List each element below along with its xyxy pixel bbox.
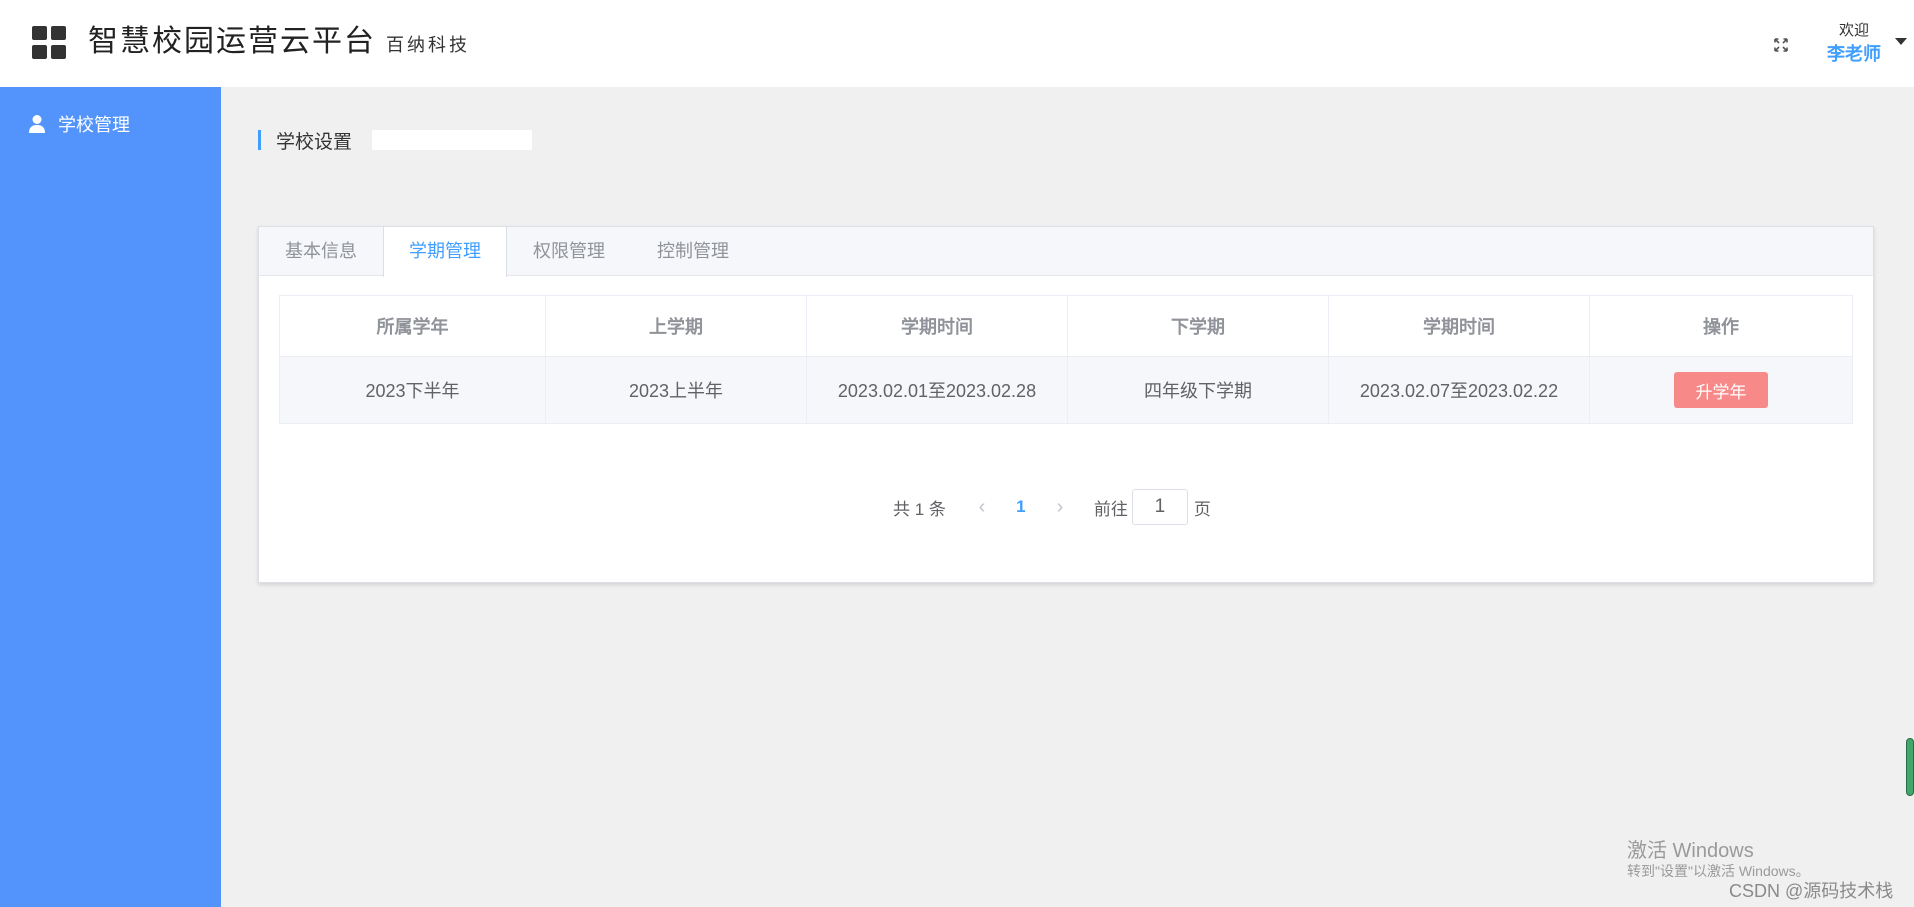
app-title: 智慧校园运营云平台 xyxy=(88,25,376,58)
user-menu[interactable]: 欢迎 李老师 xyxy=(1818,20,1890,66)
sidebar-item-school-management[interactable]: 学校管理 xyxy=(28,111,130,137)
tab-control-management[interactable]: 控制管理 xyxy=(631,227,755,276)
pagination-page-number[interactable]: 1 xyxy=(996,497,1046,517)
column-header: 所属学年 xyxy=(280,296,546,356)
tab-term-management[interactable]: 学期管理 xyxy=(383,227,507,277)
term-table: 所属学年 上学期 学期时间 下学期 学期时间 操作 2023下半年 2023上半… xyxy=(279,295,1853,424)
chevron-left-icon[interactable]: ‹ xyxy=(968,493,996,521)
sidebar-item-label: 学校管理 xyxy=(58,115,130,135)
table-cell: 2023.02.07至2023.02.22 xyxy=(1329,357,1590,423)
pagination-goto-label: 前往 xyxy=(1093,499,1128,519)
table-cell: 2023上半年 xyxy=(546,357,807,423)
chevron-right-icon[interactable]: › xyxy=(1046,493,1074,521)
app-subtitle: 百纳科技 xyxy=(386,35,470,55)
column-header: 学期时间 xyxy=(807,296,1068,356)
column-header: 操作 xyxy=(1703,317,1739,337)
tab-permission-management[interactable]: 权限管理 xyxy=(507,227,631,276)
breadcrumb: 学校设置 xyxy=(258,127,352,153)
table-cell: 2023下半年 xyxy=(280,357,546,423)
tab-bar: 基本信息 学期管理 权限管理 控制管理 xyxy=(259,227,1873,277)
pagination-goto-input[interactable] xyxy=(1131,489,1188,525)
upgrade-year-button[interactable]: 升学年 xyxy=(1674,372,1768,408)
pagination-total: 共 1 条 xyxy=(893,499,946,519)
user-icon xyxy=(29,115,45,133)
breadcrumb-accent-bar xyxy=(258,130,261,150)
table-header-row: 所属学年 上学期 学期时间 下学期 学期时间 操作 xyxy=(280,296,1852,357)
welcome-text: 欢迎 xyxy=(1838,22,1869,39)
pagination-page-suffix: 页 xyxy=(1193,499,1211,519)
column-header: 下学期 xyxy=(1068,296,1329,356)
redacted-field xyxy=(372,130,532,150)
table-cell: 2023.02.01至2023.02.28 xyxy=(807,357,1068,423)
table-cell: 四年级下学期 xyxy=(1068,357,1329,423)
pagination: 共 1 条 ‹ 1 › 前往 页 xyxy=(893,489,1211,525)
csdn-credit: CSDN @源码技术栈 xyxy=(1729,881,1894,901)
user-name[interactable]: 李老师 xyxy=(1818,42,1890,66)
column-header: 上学期 xyxy=(546,296,807,356)
top-header: 智慧校园运营云平台 百纳科技 欢迎 李老师 xyxy=(0,0,1914,87)
column-header: 学期时间 xyxy=(1329,296,1590,356)
content-card: 基本信息 学期管理 权限管理 控制管理 所属学年 上学期 学期时间 下学期 学期… xyxy=(258,226,1874,583)
caret-down-icon[interactable] xyxy=(1895,38,1907,45)
sidebar: 学校管理 xyxy=(0,87,221,907)
table-row: 2023下半年 2023上半年 2023.02.01至2023.02.28 四年… xyxy=(280,357,1852,423)
tab-basic-info[interactable]: 基本信息 xyxy=(259,227,383,276)
windows-activation-title: 激活 Windows xyxy=(1627,840,1754,862)
grid-logo-icon xyxy=(32,26,68,60)
page-title: 学校设置 xyxy=(276,131,353,153)
table-cell-actions: 升学年 xyxy=(1590,357,1852,423)
scrollbar-thumb[interactable] xyxy=(1906,738,1914,796)
fullscreen-icon[interactable] xyxy=(1772,36,1790,54)
